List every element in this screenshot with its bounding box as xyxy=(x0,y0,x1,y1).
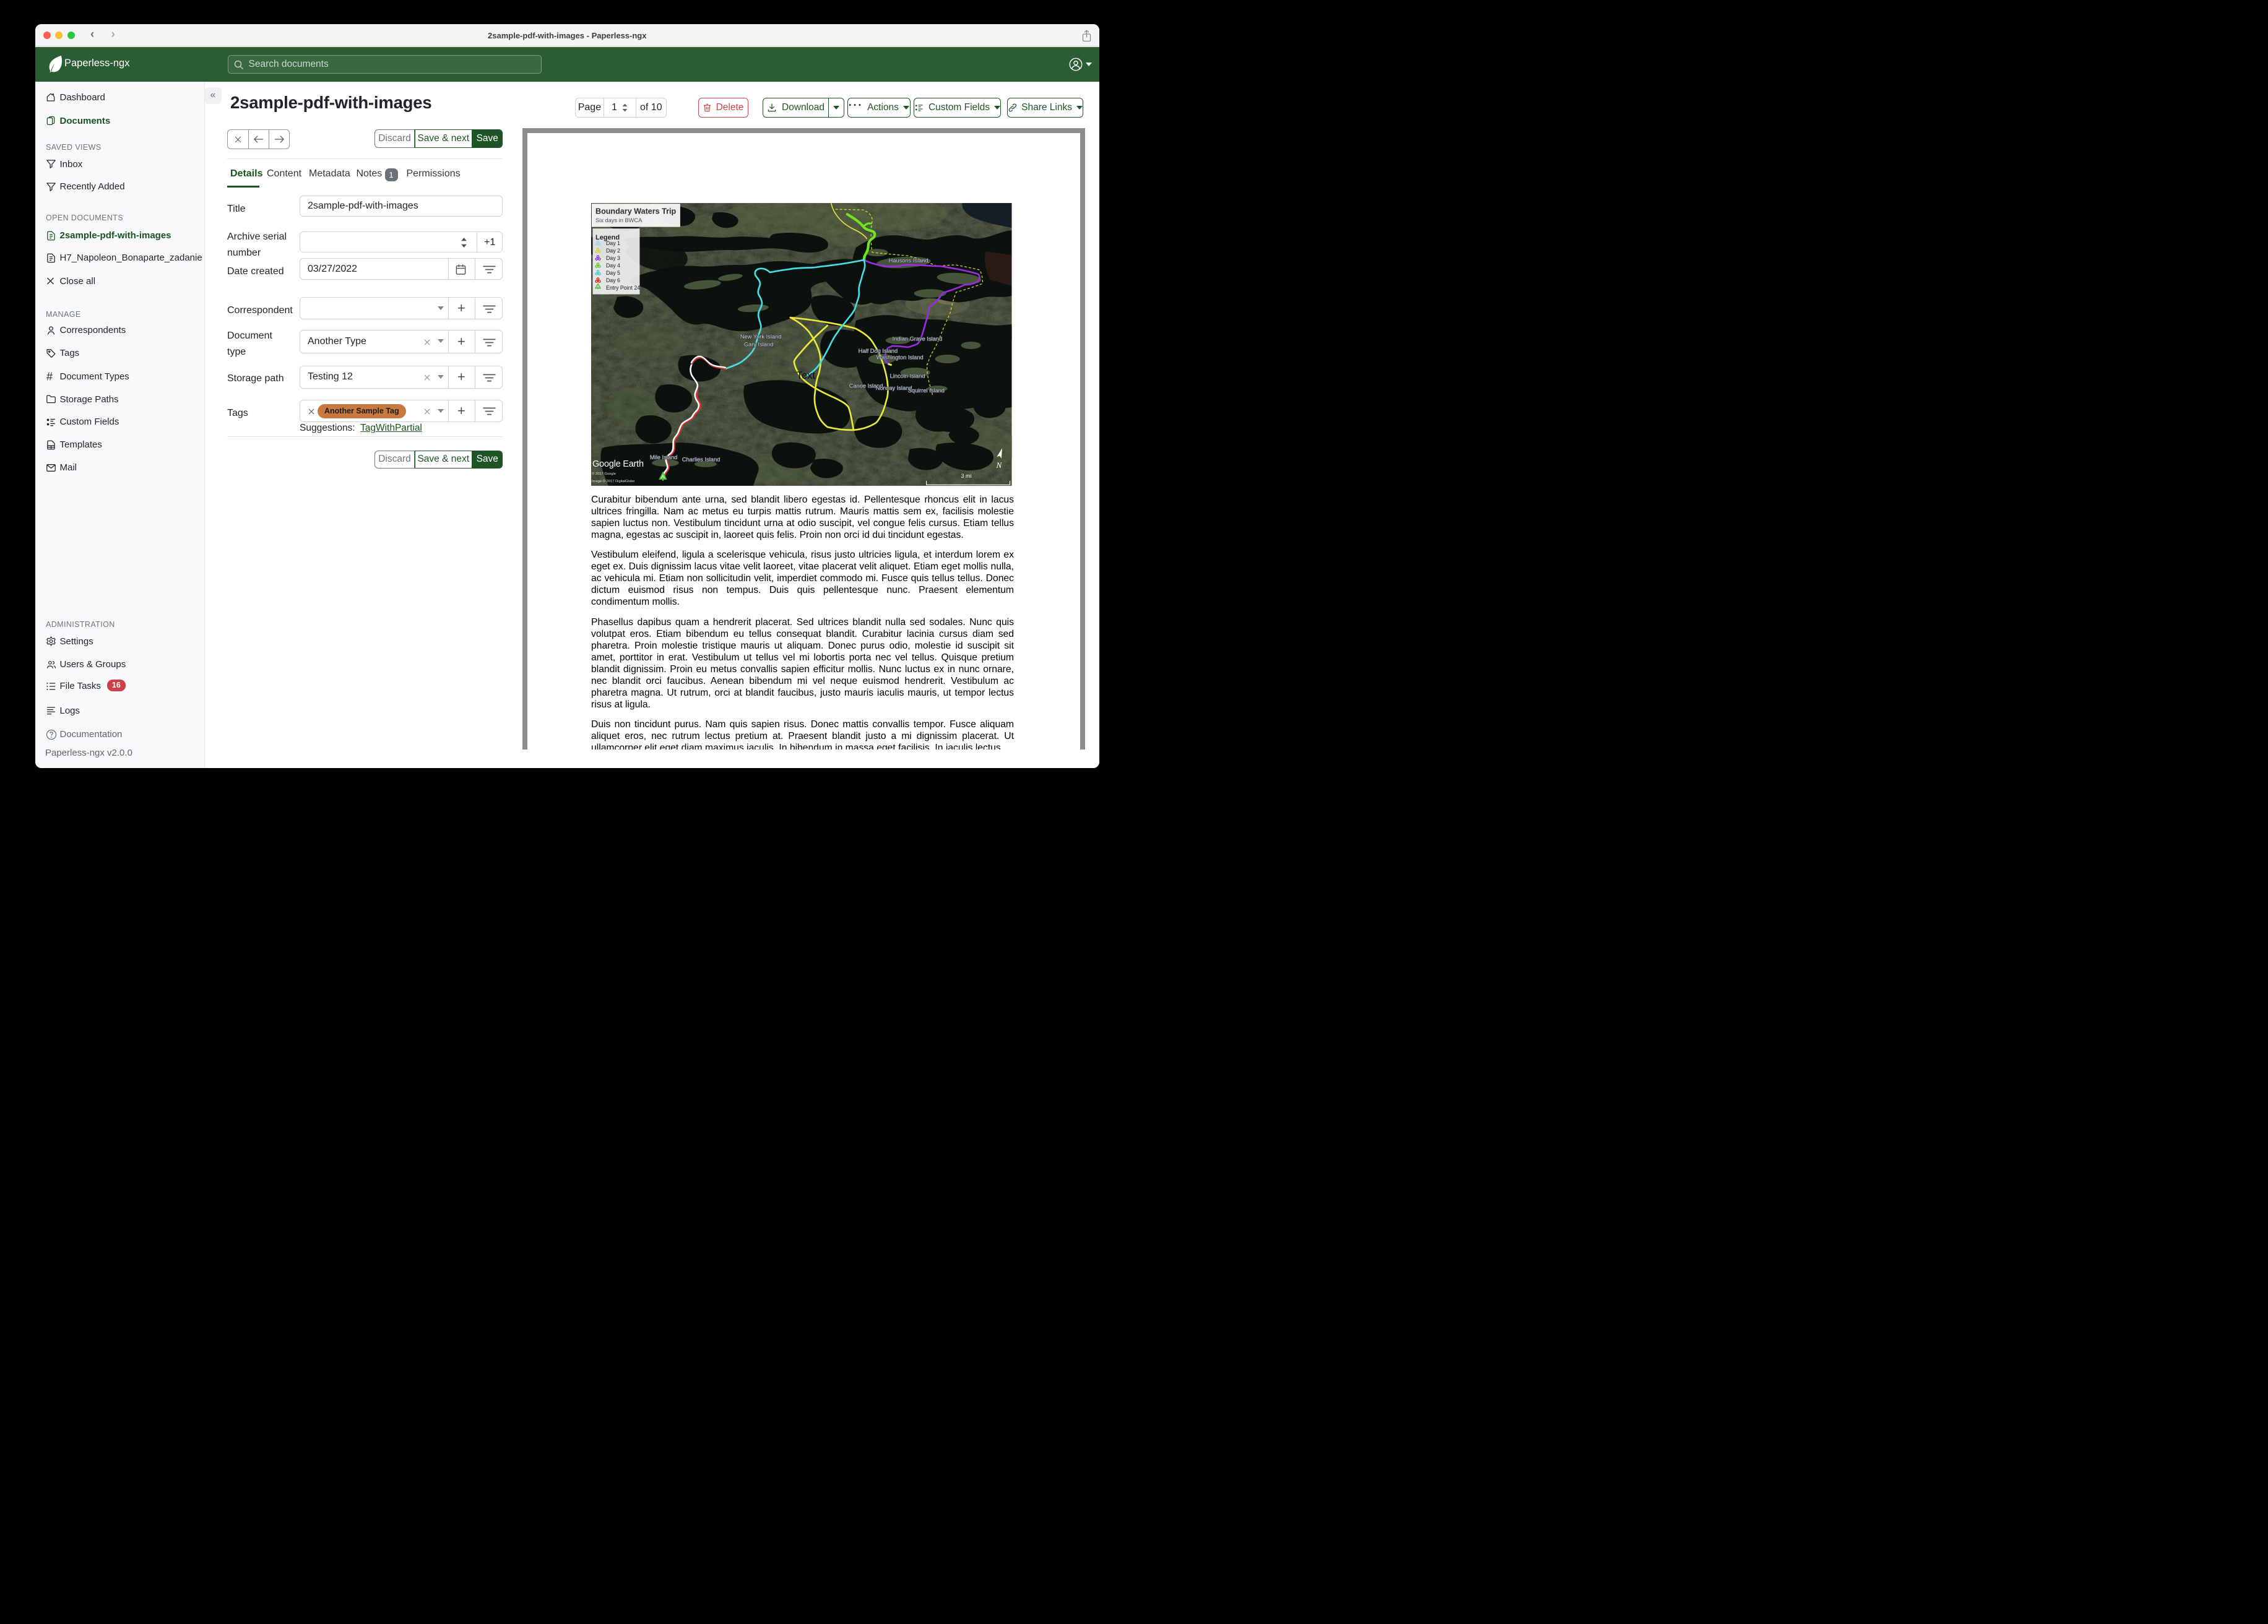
svg-text:Gary Island: Gary Island xyxy=(744,341,773,347)
svg-text:Half Dog Island: Half Dog Island xyxy=(859,348,898,354)
svg-text:Day 3: Day 3 xyxy=(606,255,620,261)
svg-text:Boundary Waters Trip: Boundary Waters Trip xyxy=(595,207,677,216)
svg-text:Washington Island: Washington Island xyxy=(876,354,924,360)
svg-text:Day 4: Day 4 xyxy=(606,262,620,269)
svg-text:Six days in BWCA: Six days in BWCA xyxy=(595,217,643,223)
svg-text:N: N xyxy=(996,460,1003,470)
svg-text:Day 6: Day 6 xyxy=(606,277,620,283)
svg-text:Squirrel Island: Squirrel Island xyxy=(908,387,945,394)
svg-text:Norway Island: Norway Island xyxy=(876,385,912,391)
svg-text:Lincoln Island: Lincoln Island xyxy=(890,373,925,379)
svg-text:Mile Island: Mile Island xyxy=(650,454,677,460)
svg-text:Image © 2017 DigitalGlobe: Image © 2017 DigitalGlobe xyxy=(592,479,635,483)
svg-text:Entry Point 24: Entry Point 24 xyxy=(606,285,640,291)
svg-text:Indian Grave Island: Indian Grave Island xyxy=(893,336,943,342)
svg-text:Day 5: Day 5 xyxy=(606,270,620,276)
svg-text:Google Earth: Google Earth xyxy=(592,459,644,469)
svg-text:New York Island: New York Island xyxy=(740,334,782,340)
svg-text:3 mi: 3 mi xyxy=(961,473,972,479)
svg-text:Day 2: Day 2 xyxy=(606,248,620,254)
svg-text:Charlies Island: Charlies Island xyxy=(682,456,720,462)
svg-text:Text: Text xyxy=(797,370,816,381)
svg-text:© 2017 Google: © 2017 Google xyxy=(592,472,616,476)
svg-text:Hausons Island: Hausons Island xyxy=(889,257,928,264)
svg-text:Day 1: Day 1 xyxy=(606,240,620,246)
